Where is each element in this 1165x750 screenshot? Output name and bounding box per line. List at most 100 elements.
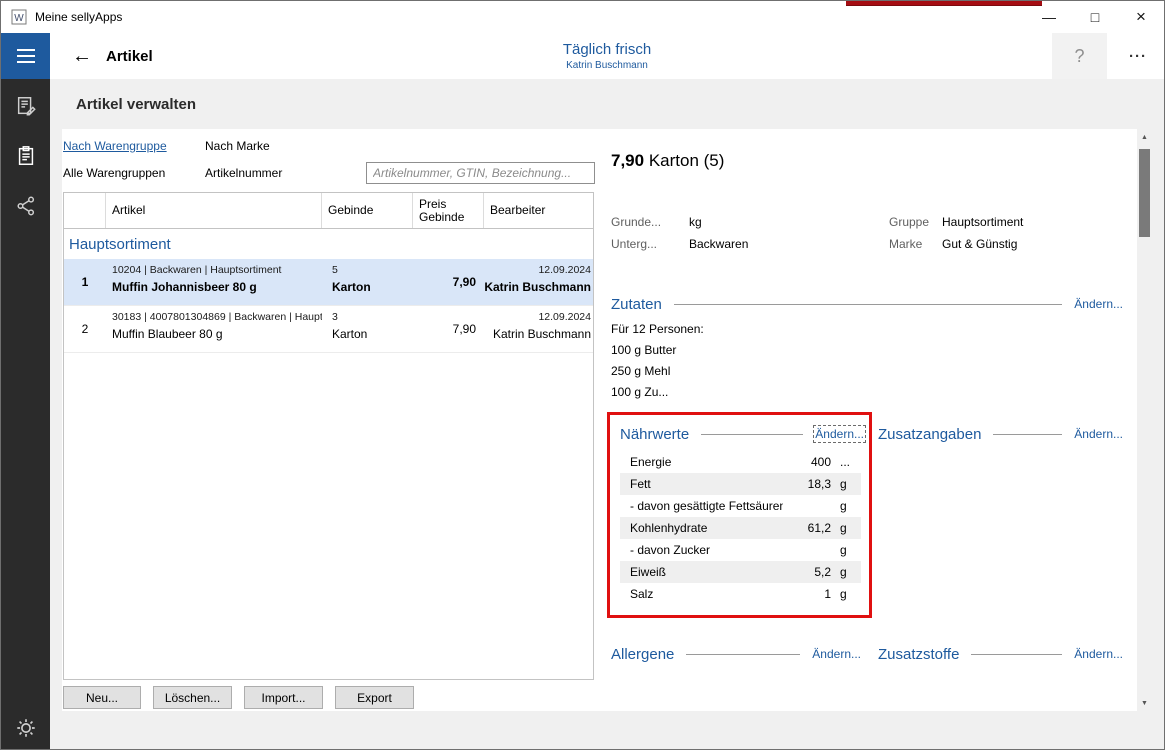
price-value: 7,90 <box>453 322 476 336</box>
settings-gear-icon[interactable] <box>1 717 50 739</box>
zutaten-title: Zutaten <box>611 296 662 313</box>
allergene-change-link[interactable]: Ändern... <box>812 647 861 661</box>
section-rule <box>674 304 1062 305</box>
row-index: 2 <box>64 306 106 352</box>
more-menu-button[interactable]: ··· <box>1118 33 1158 79</box>
import-button[interactable]: Import... <box>244 686 323 709</box>
filter-artikelnummer[interactable]: Artikelnummer <box>205 166 282 180</box>
zutaten-line: 250 g Mehl <box>611 361 704 382</box>
nutrition-row: Salz 1 g <box>620 583 861 605</box>
section-rule <box>701 434 803 435</box>
detail-package: Karton (5) <box>649 151 725 170</box>
table-row[interactable]: 2 30183 | 4007801304869 | Backwaren | Ha… <box>64 306 593 353</box>
column-header-preis-line2: Gebinde <box>419 210 464 224</box>
nutrition-label: Kohlenhydrate <box>620 521 783 535</box>
scroll-down-icon[interactable]: ▼ <box>1137 695 1152 711</box>
nutrition-label: Salz <box>620 587 783 601</box>
shop-name: Täglich frisch <box>563 41 651 58</box>
nutrition-label: - davon Zucker <box>620 543 783 557</box>
nutrition-label: - davon gesättigte Fettsäuren <box>620 499 783 513</box>
nutrition-row: Kohlenhydrate 61,2 g <box>620 517 861 539</box>
zutaten-text: Für 12 Personen: 100 g Butter 250 g Mehl… <box>611 319 704 403</box>
action-buttons: Neu... Löschen... Import... Export <box>63 686 414 709</box>
svg-text:W: W <box>14 13 24 24</box>
app-header: ← Artikel Täglich frisch Katrin Buschman… <box>50 33 1164 79</box>
filter-all-warengruppen[interactable]: Alle Warengruppen <box>63 166 165 180</box>
search-input[interactable] <box>366 162 595 184</box>
close-button[interactable]: × <box>1118 1 1164 33</box>
window-title: Meine sellyApps <box>35 10 122 24</box>
brand-label: Marke <box>889 237 922 251</box>
nutrition-value: 5,2 <box>783 565 831 579</box>
section-rule <box>971 654 1062 655</box>
row-index: 1 <box>64 259 106 305</box>
nutrition-unit: g <box>831 477 861 491</box>
zusatzstoffe-title: Zusatzstoffe <box>878 646 959 663</box>
scroll-up-icon[interactable]: ▲ <box>1137 129 1152 145</box>
column-header-index[interactable] <box>64 193 106 228</box>
group-header-hauptsortiment: Hauptsortiment <box>64 229 593 259</box>
zusatzangaben-change-link[interactable]: Ändern... <box>1074 427 1123 441</box>
nutrition-label: Fett <box>620 477 783 491</box>
nutrition-unit: ... <box>831 455 861 469</box>
articles-clipboard-icon[interactable] <box>14 144 38 168</box>
scrollbar-thumb[interactable] <box>1139 149 1150 237</box>
base-unit-value: kg <box>689 215 702 229</box>
tenant-block: Täglich frisch Katrin Buschmann <box>50 33 1164 79</box>
nutrition-unit: g <box>831 499 861 513</box>
allergene-section-header: Allergene Ändern... <box>611 644 861 664</box>
hamburger-menu-icon[interactable] <box>1 33 50 79</box>
gebinde-unit: Karton <box>332 327 413 341</box>
section-rule <box>993 434 1062 435</box>
gebinde-unit: Karton <box>332 280 413 294</box>
sidebar <box>1 79 50 749</box>
help-button[interactable]: ? <box>1052 33 1107 79</box>
subgroup-value: Backwaren <box>689 237 748 251</box>
maximize-button[interactable]: □ <box>1072 1 1118 33</box>
nutrition-unit: g <box>831 521 861 535</box>
group-label: Gruppe <box>889 215 929 229</box>
zutaten-line: 100 g Butter <box>611 340 704 361</box>
nutrition-unit: g <box>831 587 861 601</box>
main-area: Artikel verwalten Nach Warengruppe Nach … <box>50 79 1164 749</box>
filter-by-warengruppe[interactable]: Nach Warengruppe <box>63 139 167 153</box>
zutaten-section-header: Zutaten Ändern... <box>611 294 1123 314</box>
naehrwerte-section-header: Nährwerte Ändern... <box>620 424 864 444</box>
editor-name: Katrin Buschmann <box>484 280 591 294</box>
article-name: Muffin Blaubeer 80 g <box>112 327 322 341</box>
detail-price: 7,90 <box>611 151 644 170</box>
new-button[interactable]: Neu... <box>63 686 141 709</box>
section-rule <box>686 654 800 655</box>
vertical-scrollbar[interactable]: ▲ ▼ <box>1137 129 1152 711</box>
nutrition-row: - davon gesättigte Fettsäuren g <box>620 495 861 517</box>
zusatzangaben-title: Zusatzangaben <box>878 426 981 443</box>
app-window: W Meine sellyApps — □ × ← Artikel Täglic… <box>0 0 1165 750</box>
network-share-icon[interactable] <box>14 194 38 218</box>
column-header-preis-line1: Preis <box>419 197 446 211</box>
allergene-title: Allergene <box>611 646 674 663</box>
document-edit-icon[interactable] <box>14 94 38 118</box>
table-row[interactable]: 1 10204 | Backwaren | Hauptsortiment Muf… <box>64 259 593 306</box>
detail-price-line: 7,90 Karton (5) <box>611 151 724 171</box>
edit-date: 12.09.2024 <box>484 311 591 323</box>
zusatzstoffe-change-link[interactable]: Ändern... <box>1074 647 1123 661</box>
naehrwerte-title: Nährwerte <box>620 426 689 443</box>
content-panel: Nach Warengruppe Nach Marke Alle Warengr… <box>62 129 1152 711</box>
delete-button[interactable]: Löschen... <box>153 686 232 709</box>
nutrition-unit: g <box>831 565 861 579</box>
app-logo-icon: W <box>11 9 27 25</box>
column-header-bearbeiter[interactable]: Bearbeiter <box>484 193 593 228</box>
zutaten-change-link[interactable]: Ändern... <box>1074 297 1123 311</box>
column-header-preis-gebinde[interactable]: Preis Gebinde <box>413 193 484 228</box>
column-header-artikel[interactable]: Artikel <box>106 193 322 228</box>
naehrwerte-change-link[interactable]: Ändern... <box>815 427 864 441</box>
caption-buttons: — □ × <box>1026 1 1164 33</box>
filter-by-marke[interactable]: Nach Marke <box>205 139 270 153</box>
table-header-row: Artikel Gebinde Preis Gebinde Bearbeiter <box>64 193 593 229</box>
nutrition-value: 1 <box>783 587 831 601</box>
column-header-gebinde[interactable]: Gebinde <box>322 193 413 228</box>
export-button[interactable]: Export <box>335 686 414 709</box>
nutrition-row: Fett 18,3 g <box>620 473 861 495</box>
editor-name: Katrin Buschmann <box>484 327 591 341</box>
nutrition-value: 61,2 <box>783 521 831 535</box>
